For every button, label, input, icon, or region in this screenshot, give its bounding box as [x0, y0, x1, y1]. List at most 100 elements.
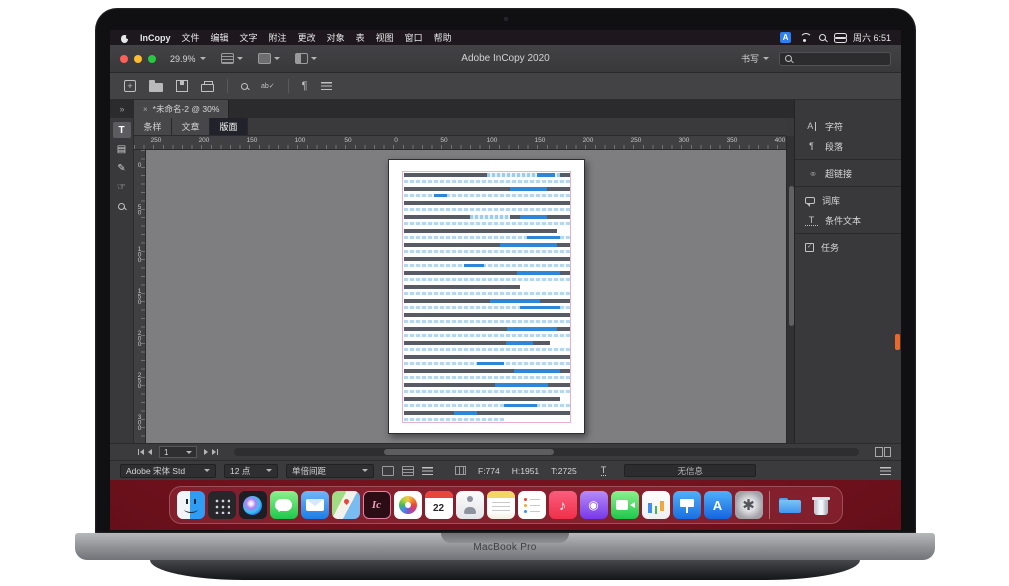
arrange-documents-select[interactable]	[295, 53, 317, 64]
tool-glyph: ☞	[117, 182, 126, 193]
workspace-switcher[interactable]: 书写	[741, 52, 769, 65]
dock-downloads-folder-icon[interactable]	[776, 491, 804, 519]
zoom-tool[interactable]	[113, 198, 131, 214]
arrange-documents-icon	[295, 53, 308, 64]
menu-窗口[interactable]: 窗口	[405, 31, 423, 44]
line-spacing-icon[interactable]	[402, 466, 414, 476]
vertical-scrollbar[interactable]	[786, 136, 794, 443]
dock-launchpad-icon[interactable]	[208, 491, 236, 519]
minimize-button[interactable]	[134, 55, 142, 63]
save-icon[interactable]	[176, 80, 188, 92]
first-page-button[interactable]	[138, 449, 144, 455]
menu-编辑[interactable]: 编辑	[211, 31, 229, 44]
galley-setting-icon[interactable]	[382, 466, 394, 476]
dock-trash-icon[interactable]	[807, 491, 835, 519]
dock-maps-icon[interactable]	[332, 491, 360, 519]
menu-文件[interactable]: 文件	[182, 31, 200, 44]
search-input[interactable]	[779, 52, 891, 66]
close-button[interactable]	[120, 55, 128, 63]
dock-siri-icon[interactable]	[239, 491, 267, 519]
panel-item-assignments[interactable]: 任务	[795, 237, 901, 257]
hand-tool[interactable]: ☞	[113, 179, 131, 195]
wifi-icon[interactable]	[799, 33, 811, 42]
panel-item-conditional-text[interactable]: 条件文本	[795, 210, 901, 230]
zoom-level-select[interactable]: 29.9%	[170, 54, 206, 64]
pencil-tool[interactable]: ✎	[113, 160, 131, 176]
app-menu[interactable]: InCopy	[140, 33, 171, 43]
dock-podcasts-icon[interactable]	[580, 491, 608, 519]
status-options-icon[interactable]	[422, 467, 433, 475]
spellcheck-icon[interactable]	[261, 82, 275, 90]
view-tab-版面[interactable]: 版面	[210, 118, 248, 135]
note-tool[interactable]: ▤	[113, 141, 131, 157]
menu-文字[interactable]: 文字	[240, 31, 258, 44]
statusbar-menu-icon[interactable]	[880, 467, 891, 475]
panel-item-hyperlinks[interactable]: 超链接	[795, 163, 901, 183]
dock-music-icon[interactable]	[549, 491, 577, 519]
view-tab-条样[interactable]: 条样	[134, 118, 172, 135]
panel-collapse-icon[interactable]: »	[110, 104, 134, 114]
tool-glyph: ✎	[117, 163, 125, 174]
dock-reminders-icon[interactable]	[518, 491, 546, 519]
print-icon[interactable]	[201, 84, 214, 92]
scrollbar-thumb[interactable]	[789, 186, 794, 326]
laptop-lid: InCopy 文件编辑文字附注更改对象表视图窗口帮助 A 周六 6:51 Ado…	[95, 8, 916, 533]
next-page-button[interactable]	[204, 449, 208, 455]
menubar-clock[interactable]: 周六 6:51	[853, 31, 891, 44]
hidden-characters-icon[interactable]	[302, 80, 308, 92]
dock-finder-icon[interactable]	[177, 491, 205, 519]
dock-contacts-icon[interactable]	[456, 491, 484, 519]
menu-对象[interactable]: 对象	[327, 31, 345, 44]
dock-numbers-icon[interactable]	[642, 491, 670, 519]
view-options-select[interactable]	[221, 53, 243, 64]
spotlight-icon[interactable]	[819, 34, 826, 41]
menu-视图[interactable]: 视图	[376, 31, 394, 44]
previous-page-button[interactable]	[148, 449, 152, 455]
panel-item-thesaurus[interactable]: 词库	[795, 190, 901, 210]
dock-facetime-icon[interactable]	[611, 491, 639, 519]
scrollbar-thumb[interactable]	[384, 449, 554, 455]
page-number-select[interactable]: 1	[159, 446, 197, 458]
dock-notes-icon[interactable]	[487, 491, 515, 519]
dock-app-store-icon[interactable]: A	[704, 491, 732, 519]
chevron-down-icon	[237, 57, 243, 60]
menu-表[interactable]: 表	[356, 31, 365, 44]
panel-item-paragraph[interactable]: 段落	[795, 136, 901, 156]
document-tab[interactable]: × *未命名-2 @ 30%	[134, 100, 229, 118]
font-size-value: 12 点	[230, 465, 250, 477]
menu-附注[interactable]: 附注	[269, 31, 287, 44]
dock-messages-icon[interactable]	[270, 491, 298, 519]
open-folder-icon[interactable]	[149, 83, 163, 92]
dock-incopy-icon[interactable]: Ic	[363, 491, 391, 519]
leading-select[interactable]: 单倍间距	[286, 464, 374, 478]
panel-label: 词库	[822, 194, 840, 207]
font-family-select[interactable]: Adobe 宋体 Std	[120, 464, 216, 478]
font-size-select[interactable]: 12 点	[224, 464, 278, 478]
screen-mode-select[interactable]	[258, 53, 280, 64]
last-page-button[interactable]	[212, 449, 218, 455]
dock-calendar-icon[interactable]: 22	[425, 491, 453, 519]
pages-view-icon[interactable]	[875, 447, 891, 457]
text-line	[404, 390, 570, 393]
type-tool[interactable]: T	[113, 122, 131, 138]
tab-close-icon[interactable]: ×	[143, 105, 148, 114]
dock-keynote-icon[interactable]	[673, 491, 701, 519]
find-icon[interactable]	[241, 83, 248, 90]
fullscreen-button[interactable]	[148, 55, 156, 63]
toolbar-menu-icon[interactable]	[321, 82, 332, 90]
control-center-icon[interactable]	[834, 33, 845, 43]
dock-photos-icon[interactable]	[394, 491, 422, 519]
text-line	[404, 376, 570, 379]
panel-item-character[interactable]: 字符	[795, 116, 901, 136]
horizontal-scrollbar[interactable]	[234, 448, 859, 456]
chevron-down-icon	[204, 469, 210, 472]
apple-menu-icon[interactable]	[120, 33, 129, 43]
menu-帮助[interactable]: 帮助	[434, 31, 452, 44]
dock-glyph: 22	[433, 503, 444, 514]
view-tab-文章[interactable]: 文章	[172, 118, 210, 135]
new-document-icon[interactable]	[124, 80, 136, 92]
dock-mail-icon[interactable]	[301, 491, 329, 519]
menu-更改[interactable]: 更改	[298, 31, 316, 44]
input-method-icon[interactable]: A	[780, 32, 791, 43]
dock-settings-icon[interactable]	[735, 491, 763, 519]
